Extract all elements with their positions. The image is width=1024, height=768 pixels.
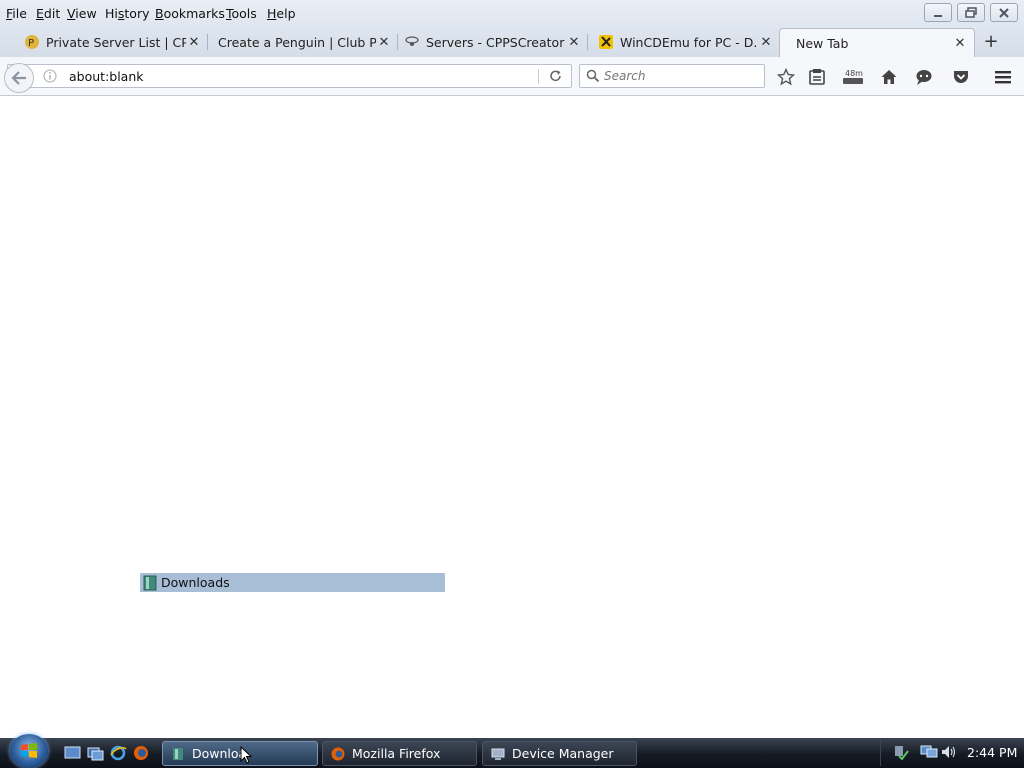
restore-button[interactable] bbox=[957, 3, 985, 22]
switch-windows-icon[interactable] bbox=[87, 745, 104, 761]
cpps-favicon-icon: P bbox=[24, 34, 40, 50]
menu-bar: File Edit View History Bookmarks Tools H… bbox=[0, 0, 1024, 27]
network-icon[interactable] bbox=[920, 744, 938, 760]
bookmarks-menu-icon[interactable] bbox=[807, 67, 827, 87]
tab-close-icon[interactable]: ✕ bbox=[566, 35, 582, 50]
safely-remove-hardware-icon[interactable] bbox=[893, 744, 909, 760]
taskbar-button-firefox[interactable]: Mozilla Firefox bbox=[322, 741, 477, 766]
info-icon[interactable] bbox=[43, 69, 57, 83]
search-icon bbox=[586, 69, 600, 83]
svg-text:48m: 48m bbox=[845, 69, 863, 78]
home-icon[interactable] bbox=[879, 67, 899, 87]
menu-file[interactable]: File bbox=[6, 6, 27, 21]
firefox-icon bbox=[331, 747, 345, 761]
pocket-icon[interactable] bbox=[951, 67, 971, 87]
navigation-bar: about:blank Search 48m bbox=[0, 57, 1024, 96]
tab-close-icon[interactable]: ✕ bbox=[758, 35, 774, 50]
menu-view[interactable]: View bbox=[67, 6, 97, 21]
url-text[interactable]: about:blank bbox=[69, 69, 144, 84]
volume-icon[interactable] bbox=[940, 744, 956, 760]
mouse-cursor-icon bbox=[240, 746, 252, 764]
minimize-button[interactable] bbox=[924, 3, 952, 22]
reading-timer-icon[interactable]: 48m bbox=[841, 67, 865, 87]
tab-create-a-penguin[interactable]: Create a Penguin | Club Pe... ✕ bbox=[208, 29, 398, 55]
tab-private-server-list[interactable]: P Private Server List | CPP... ✕ bbox=[18, 29, 208, 55]
internet-explorer-icon[interactable] bbox=[110, 745, 127, 761]
wincdemu-favicon-icon bbox=[598, 34, 614, 50]
folder-icon bbox=[143, 575, 157, 590]
hamburger-menu-icon[interactable] bbox=[993, 67, 1013, 87]
start-button[interactable] bbox=[10, 734, 48, 768]
tab-new-tab[interactable]: New Tab ✕ bbox=[779, 28, 975, 57]
menu-edit[interactable]: Edit bbox=[36, 6, 60, 21]
tab-close-icon[interactable]: ✕ bbox=[186, 35, 202, 50]
back-button[interactable] bbox=[4, 63, 34, 93]
tab-close-icon[interactable]: ✕ bbox=[952, 36, 968, 51]
cppscreator-favicon-icon bbox=[404, 34, 420, 50]
menu-tools[interactable]: Tools bbox=[226, 6, 257, 21]
new-tab-plus-icon[interactable]: + bbox=[981, 31, 1001, 52]
tab-title: WinCDEmu for PC - D... bbox=[620, 34, 758, 50]
search-bar[interactable]: Search bbox=[579, 64, 765, 88]
tab-servers-cppscreator[interactable]: Servers - CPPSCreator ✕ bbox=[398, 29, 588, 55]
menu-bookmarks[interactable]: Bookmarks bbox=[155, 6, 225, 21]
show-desktop-icon[interactable] bbox=[64, 745, 81, 761]
reload-icon[interactable] bbox=[549, 69, 563, 83]
url-bar[interactable]: about:blank bbox=[7, 64, 572, 88]
tab-title: Private Server List | CPP... bbox=[46, 34, 186, 50]
device-manager-icon bbox=[491, 747, 505, 761]
tab-title: Servers - CPPSCreator bbox=[426, 34, 565, 50]
taskbar-button-label: Device Manager bbox=[512, 746, 614, 761]
tab-close-icon[interactable]: ✕ bbox=[376, 35, 392, 50]
taskbar-button-device-manager[interactable]: Device Manager bbox=[482, 741, 637, 766]
bookmark-star-icon[interactable] bbox=[776, 67, 796, 87]
taskbar-button-label: Mozilla Firefox bbox=[352, 746, 441, 761]
menu-help[interactable]: Help bbox=[267, 6, 296, 21]
menu-history[interactable]: History bbox=[105, 6, 149, 21]
tab-strip: P Private Server List | CPP... ✕ Create … bbox=[0, 27, 1024, 57]
taskbar-button-label: Downloa bbox=[192, 746, 247, 761]
close-icon bbox=[999, 7, 1009, 18]
firefox-quicklaunch-icon[interactable] bbox=[133, 745, 150, 761]
dragged-item-label: Downloads bbox=[161, 575, 230, 590]
dragged-downloads-item[interactable]: Downloads bbox=[140, 573, 445, 592]
tab-title: Create a Penguin | Club Pe... bbox=[218, 34, 376, 50]
search-placeholder: Search bbox=[604, 69, 646, 83]
tab-title: New Tab bbox=[796, 35, 849, 51]
tab-wincdemu[interactable]: WinCDEmu for PC - D... ✕ bbox=[592, 29, 780, 55]
folder-icon bbox=[171, 747, 185, 761]
page-content bbox=[0, 96, 1024, 738]
minimize-icon bbox=[934, 14, 942, 17]
close-window-button[interactable] bbox=[990, 3, 1018, 22]
restore-icon bbox=[965, 7, 977, 18]
back-arrow-icon bbox=[11, 71, 26, 85]
windows-logo-icon bbox=[21, 743, 37, 758]
chat-icon[interactable] bbox=[914, 67, 934, 87]
svg-text:P: P bbox=[28, 38, 34, 49]
taskbar-clock[interactable]: 2:44 PM bbox=[967, 745, 1017, 760]
